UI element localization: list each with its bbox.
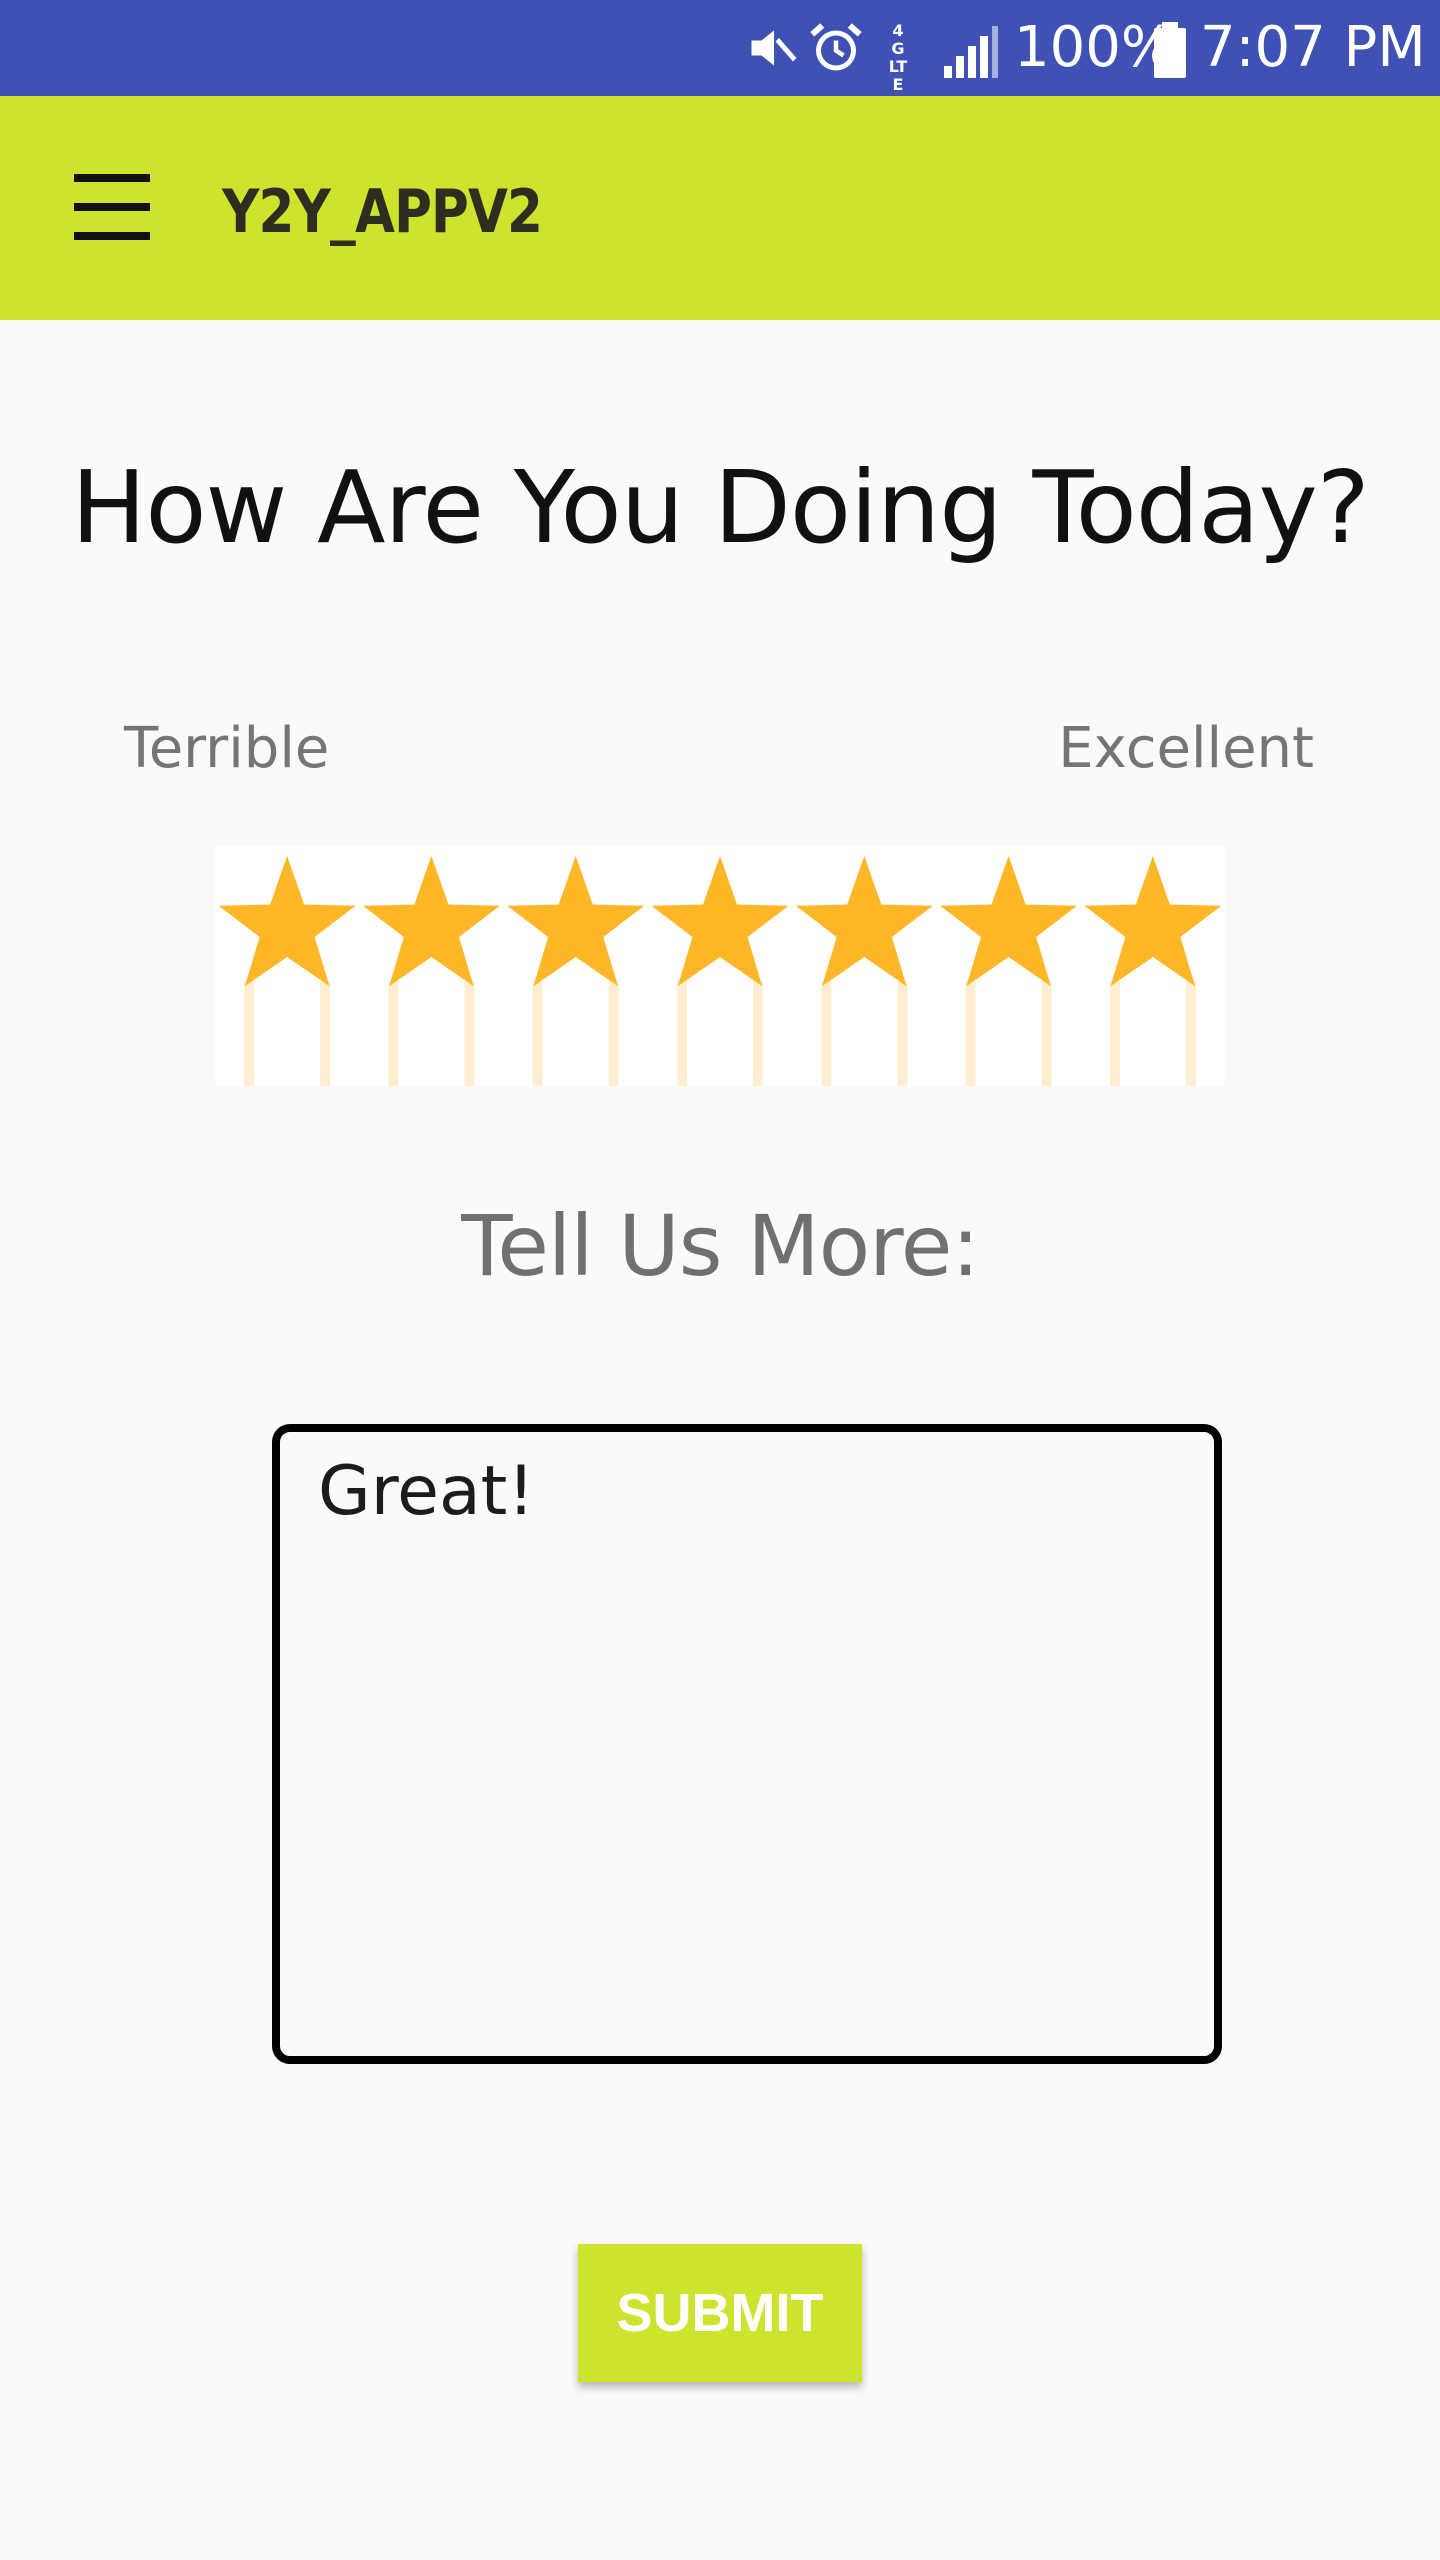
rating-star-3-stem-1 <box>532 981 543 1086</box>
submit-button[interactable]: SUBMIT <box>578 2244 862 2382</box>
rating-star-7[interactable] <box>1084 856 1222 1086</box>
network-type-label: 4G LTE <box>888 21 908 94</box>
feedback-textarea[interactable]: Great! <box>272 1424 1222 2064</box>
battery-icon <box>1154 22 1186 78</box>
rating-star-3[interactable] <box>507 856 645 1086</box>
rating-star-3-stem-2 <box>608 981 619 1086</box>
rating-star-1[interactable] <box>218 856 356 1086</box>
rating-min-label: Terrible <box>124 716 330 781</box>
rating-star-5-stem-2 <box>897 981 908 1086</box>
rating-star-6[interactable] <box>940 856 1077 1086</box>
star-icon <box>795 856 933 987</box>
star-icon <box>363 856 500 987</box>
app-title: Y2Y_APPV2 <box>222 177 543 247</box>
rating-star-1-stem-2 <box>320 981 331 1086</box>
rating-star-1-stem-1 <box>244 981 255 1086</box>
star-icon <box>940 856 1077 987</box>
rating-star-7-stem-2 <box>1185 981 1196 1086</box>
battery-percent: 100% <box>1014 15 1175 80</box>
alarm-icon <box>810 23 862 71</box>
rating-star-7-stem-1 <box>1109 981 1120 1086</box>
rating-star-5-stem-1 <box>821 981 832 1086</box>
rating-star-2-stem-1 <box>388 981 399 1086</box>
network-4g-lte-icon: 4G LTE <box>886 22 926 110</box>
star-rating-bar[interactable] <box>215 846 1225 1086</box>
star-rating-graphic <box>218 856 1222 1086</box>
mute-icon <box>751 30 797 66</box>
star-icon <box>651 856 789 987</box>
star-icon <box>507 856 645 987</box>
rating-star-4[interactable] <box>651 856 789 1086</box>
hamburger-menu-icon <box>74 174 150 240</box>
star-icon <box>218 856 356 987</box>
rating-star-2[interactable] <box>363 856 500 1086</box>
app-bar: Y2Y_APPV2 <box>0 96 1440 320</box>
star-icon <box>1084 856 1222 987</box>
rating-star-4-stem-2 <box>753 981 763 1086</box>
rating-star-5[interactable] <box>795 856 933 1086</box>
rating-star-4-stem-1 <box>677 981 687 1086</box>
tell-us-more-title: Tell Us More: <box>461 1197 980 1295</box>
status-time: 7:07 PM <box>1200 15 1426 80</box>
menu-button[interactable] <box>56 160 168 256</box>
status-bar: 4G LTE 100% 7:07 PM <box>0 0 1440 110</box>
rating-star-2-stem-2 <box>464 981 475 1086</box>
question-title: How Are You Doing Today? <box>71 449 1370 566</box>
rating-star-6-stem-1 <box>965 981 976 1086</box>
rating-star-6-stem-2 <box>1041 981 1052 1086</box>
rating-max-label: Excellent <box>1058 716 1314 781</box>
signal-icon <box>944 26 998 78</box>
